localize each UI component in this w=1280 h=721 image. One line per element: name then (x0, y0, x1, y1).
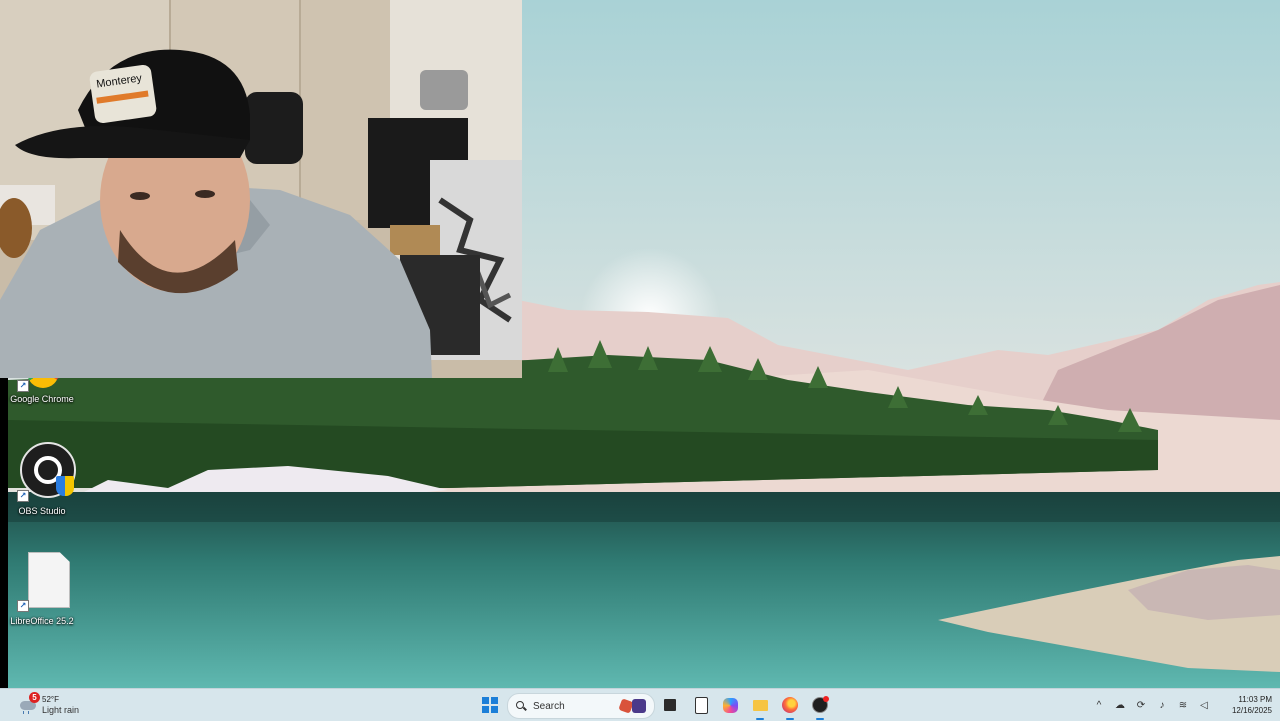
start-button[interactable] (482, 697, 498, 713)
clock[interactable]: 11:03 PM 12/16/2025 (1232, 694, 1272, 716)
file-icon (695, 697, 708, 714)
firefox-button[interactable] (780, 695, 800, 720)
file-explorer-button[interactable] (750, 695, 770, 720)
rain-cloud-icon: 5 (20, 692, 40, 714)
copilot-icon (723, 698, 738, 713)
task-view-button[interactable] (660, 695, 680, 715)
desktop-icon-label: OBS Studio (18, 506, 66, 516)
desktop-icon-label: Google Chrome (10, 394, 74, 404)
start-icon (482, 697, 489, 704)
chevron-up-icon[interactable]: ^ (1093, 700, 1105, 711)
obs-taskbar-button[interactable] (810, 695, 830, 720)
taskbar-file-app[interactable] (690, 695, 710, 715)
desktop-icon-libreoffice[interactable]: ↗ LibreOffice 25.2 (6, 550, 78, 626)
desktop-icon-obs[interactable]: ↗ OBS Studio (6, 442, 78, 516)
desktop-icon-chrome[interactable]: ↗ Google Chrome (6, 378, 78, 404)
shortcut-arrow-icon: ↗ (17, 600, 29, 612)
onedrive-icon[interactable]: ☁ (1114, 700, 1126, 711)
libreoffice-icon: ↗ (12, 550, 72, 614)
taskbar: 5 52°F Light rain Search ^ ☁ ⟳ ♪ ≋ ◁ 11:… (0, 688, 1280, 721)
search-icon (516, 701, 527, 711)
notification-badge: 5 (29, 692, 40, 703)
weather-temperature: 52°F (42, 695, 59, 704)
uac-shield-icon (56, 476, 74, 496)
shortcut-arrow-icon: ↗ (17, 490, 29, 502)
sync-icon[interactable]: ⟳ (1135, 700, 1147, 711)
shortcut-arrow-icon: ↗ (17, 380, 29, 392)
system-tray: ^ ☁ ⟳ ♪ ≋ ◁ (1093, 698, 1210, 712)
microphone-icon[interactable]: ♪ (1156, 700, 1168, 711)
volume-icon[interactable]: ◁ (1198, 700, 1210, 711)
weather-condition: Light rain (42, 705, 80, 715)
clock-time: 11:03 PM (1238, 695, 1272, 704)
webcam-overlay: Monterey (0, 0, 522, 378)
chrome-icon: ↗ (12, 378, 72, 392)
clock-date: 12/16/2025 (1231, 706, 1272, 715)
task-view-icon (664, 699, 676, 711)
firefox-icon (782, 697, 798, 713)
weather-widget[interactable]: 5 52°F Light rain (20, 692, 79, 718)
taskbar-search[interactable]: Search (507, 693, 655, 719)
desktop-icon-label: LibreOffice 25.2 (10, 616, 74, 626)
copilot-button[interactable] (720, 695, 740, 715)
wifi-icon[interactable]: ≋ (1177, 700, 1189, 711)
search-highlight-icon (618, 698, 648, 714)
recording-dot-icon (823, 696, 829, 702)
search-label: Search (533, 700, 565, 712)
obs-icon: ↗ (12, 442, 76, 504)
file-explorer-icon (753, 700, 768, 711)
